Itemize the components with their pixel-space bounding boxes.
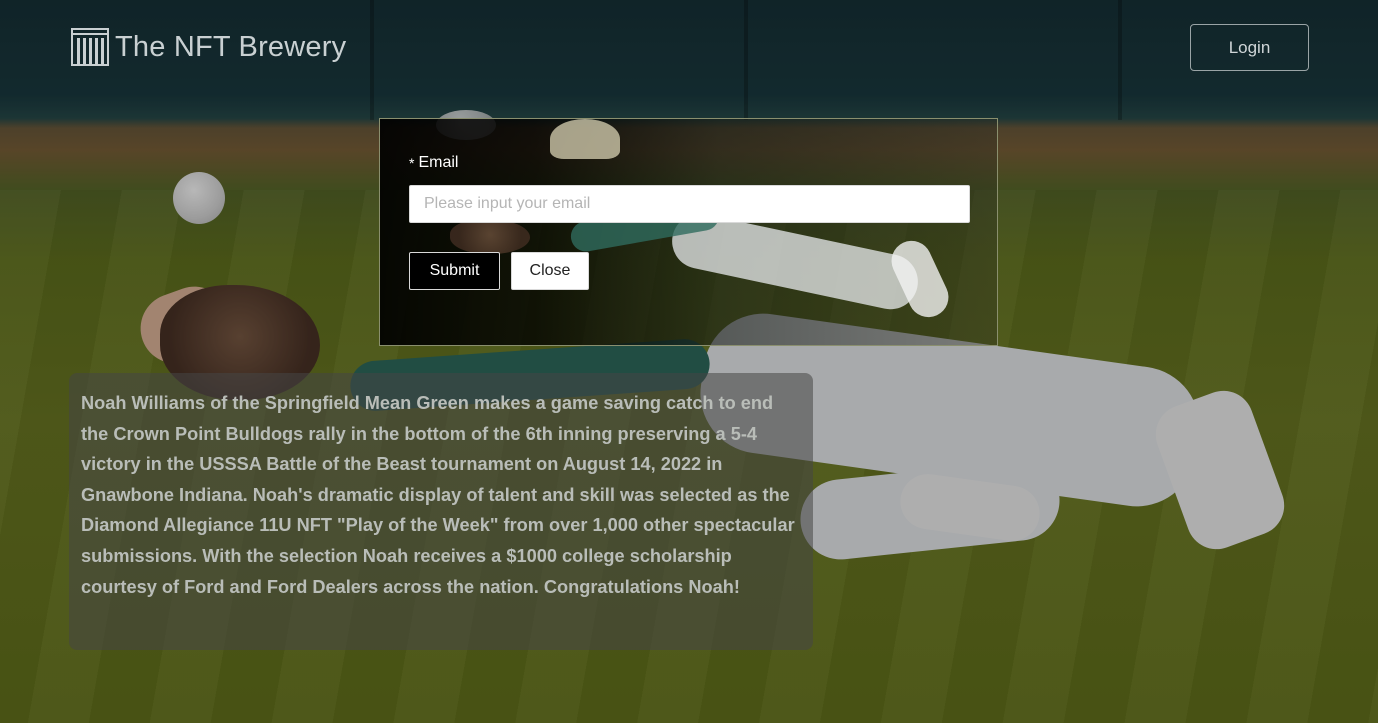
modal-actions: Submit Close xyxy=(409,252,968,290)
nft-description-card: Noah Williams of the Springfield Mean Gr… xyxy=(69,373,813,650)
email-label-text: Email xyxy=(418,154,459,171)
email-form: * Email Submit Close xyxy=(380,119,997,290)
email-input[interactable] xyxy=(409,185,970,223)
required-mark: * xyxy=(409,155,415,171)
login-button[interactable]: Login xyxy=(1190,24,1309,71)
brand-logo[interactable]: The NFT Brewery xyxy=(71,28,346,66)
site-header: The NFT Brewery Login xyxy=(0,0,1378,95)
submit-button[interactable]: Submit xyxy=(409,252,500,290)
close-button[interactable]: Close xyxy=(511,252,589,290)
email-modal: * Email Submit Close xyxy=(379,118,998,346)
brand-name: The NFT Brewery xyxy=(115,30,347,63)
email-label: * Email xyxy=(409,153,968,173)
nft-description-text: Noah Williams of the Springfield Mean Gr… xyxy=(81,393,795,597)
brewery-logo-icon xyxy=(71,28,109,66)
